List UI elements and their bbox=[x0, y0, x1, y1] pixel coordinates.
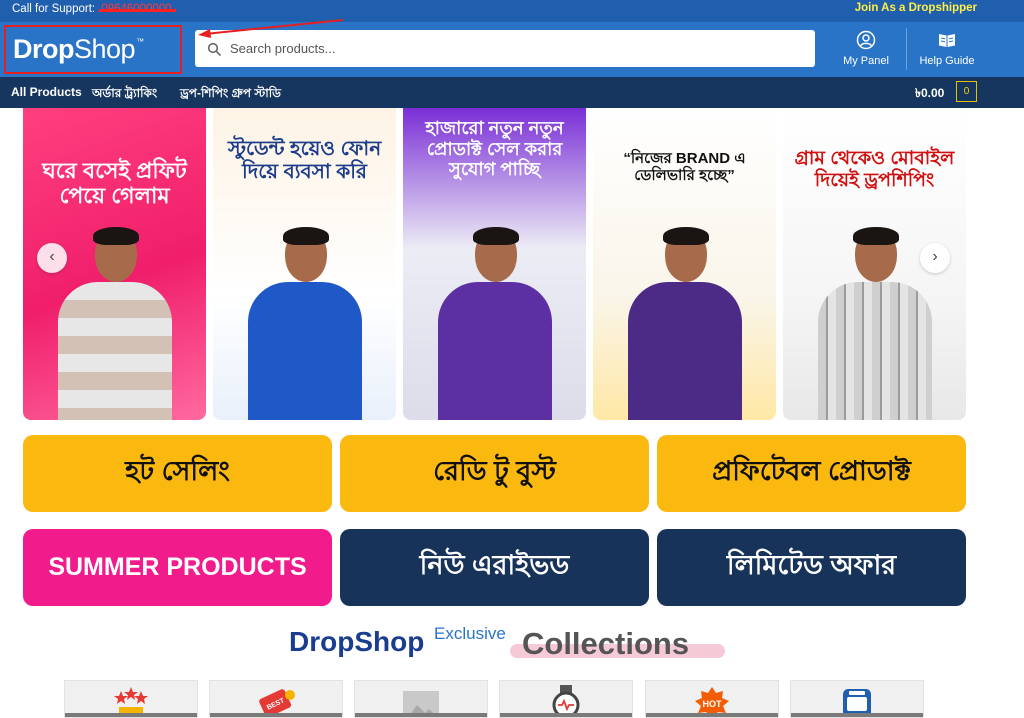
nav-dropshipping-group-study[interactable]: ড্রপ-শিপিং গ্রুপ স্টাডি bbox=[180, 85, 281, 105]
help-guide-label: Help Guide bbox=[919, 55, 975, 67]
model-image bbox=[240, 227, 370, 420]
main-nav: All Products অর্ডার ট্র্যাকিং ড্রপ-শিপিং… bbox=[0, 77, 1024, 108]
cart-count-badge[interactable]: 0 bbox=[956, 81, 977, 102]
cart-amount[interactable]: ৳0.00 bbox=[915, 85, 944, 105]
slide[interactable]: হাজারো নতুন নতুন প্রোডাক্ট সেল করার সুযো… bbox=[403, 108, 586, 420]
my-panel-button[interactable]: My Panel bbox=[836, 30, 896, 70]
slide-caption: গ্রাম থেকেও মোবাইল দিয়েই ড্রপশিপিং bbox=[794, 148, 955, 191]
collections-exclusive: Exclusive bbox=[434, 624, 506, 643]
card-bar bbox=[65, 713, 197, 717]
help-guide-button[interactable]: Help Guide bbox=[915, 30, 979, 70]
collection-card[interactable] bbox=[354, 680, 488, 718]
collection-card[interactable] bbox=[64, 680, 198, 718]
tile-limited-offer[interactable]: লিমিটেড অফার bbox=[657, 529, 966, 606]
collections-heading: DropShop Exclusive Collections bbox=[289, 622, 739, 662]
card-bar bbox=[355, 713, 487, 717]
card-bar bbox=[500, 713, 632, 717]
user-circle-icon bbox=[856, 30, 876, 50]
nav-all-products[interactable]: All Products bbox=[11, 85, 82, 99]
slider-next-button[interactable]: › bbox=[920, 243, 950, 273]
my-panel-label: My Panel bbox=[843, 55, 889, 67]
nav-order-tracking[interactable]: অর্ডার ট্র্যাকিং bbox=[92, 85, 157, 105]
search-input[interactable] bbox=[230, 41, 790, 56]
collections-title: Collections bbox=[522, 626, 690, 661]
join-dropshipper-link[interactable]: Join As a Dropshipper bbox=[855, 2, 977, 14]
slide[interactable]: স্টুডেন্ট হয়েও ফোন দিয়ে ব্যবসা করি bbox=[213, 108, 396, 420]
site-logo[interactable]: Drop Shop ™ bbox=[4, 25, 182, 74]
tile-ready-to-boost[interactable]: রেডি টু বুস্ট bbox=[340, 435, 649, 512]
support-label: Call for Support: bbox=[12, 3, 96, 15]
collection-card[interactable]: HOT bbox=[645, 680, 779, 718]
site-header: DropShop™ My Panel Help Guide bbox=[0, 22, 1024, 77]
collections-brand: DropShop bbox=[289, 626, 425, 657]
slide[interactable]: “নিজের BRAND এ ডেলিভারি হচ্ছে” bbox=[593, 108, 776, 420]
slider-prev-button[interactable]: ‹ bbox=[37, 243, 67, 273]
header-divider bbox=[906, 28, 907, 70]
collection-card[interactable] bbox=[790, 680, 924, 718]
card-bar bbox=[210, 713, 342, 717]
support-bar: Call for Support: 09646000000 Join As a … bbox=[0, 0, 1024, 22]
logo-drop: Drop bbox=[13, 34, 75, 64]
logo-trademark: ™ bbox=[136, 37, 145, 46]
book-icon bbox=[939, 34, 955, 47]
card-bar bbox=[791, 713, 923, 717]
slide-caption: হাজারো নতুন নতুন প্রোডাক্ট সেল করার সুযো… bbox=[425, 118, 564, 180]
logo-shop: Shop bbox=[74, 34, 136, 64]
tile-summer-products[interactable]: SUMMER PRODUCTS bbox=[23, 529, 332, 606]
support-number[interactable]: 09646000000 bbox=[101, 3, 171, 15]
tile-hot-selling[interactable]: হট সেলিং bbox=[23, 435, 332, 512]
collection-card[interactable]: BEST bbox=[209, 680, 343, 718]
banner-slider: ঘরে বসেই প্রফিট পেয়ে গেলাম স্টুডেন্ট হয… bbox=[23, 108, 966, 420]
card-bar bbox=[646, 713, 778, 717]
slide-caption: ঘরে বসেই প্রফিট পেয়ে গেলাম bbox=[42, 158, 187, 209]
slide-caption: “নিজের BRAND এ ডেলিভারি হচ্ছে” bbox=[623, 150, 746, 185]
tile-profitable-product[interactable]: প্রফিটেবল প্রোডাক্ট bbox=[657, 435, 966, 512]
model-image bbox=[50, 227, 180, 420]
model-image bbox=[620, 227, 750, 420]
tile-new-arrived[interactable]: নিউ এরাইভড bbox=[340, 529, 649, 606]
model-image bbox=[430, 227, 560, 420]
collection-card[interactable] bbox=[499, 680, 633, 718]
svg-text:HOT: HOT bbox=[703, 699, 723, 709]
search-bar[interactable] bbox=[195, 30, 815, 67]
support-info: Call for Support: 09646000000 bbox=[12, 3, 172, 15]
slide-caption: স্টুডেন্ট হয়েও ফোন দিয়ে ব্যবসা করি bbox=[227, 138, 382, 183]
search-icon bbox=[207, 42, 221, 56]
